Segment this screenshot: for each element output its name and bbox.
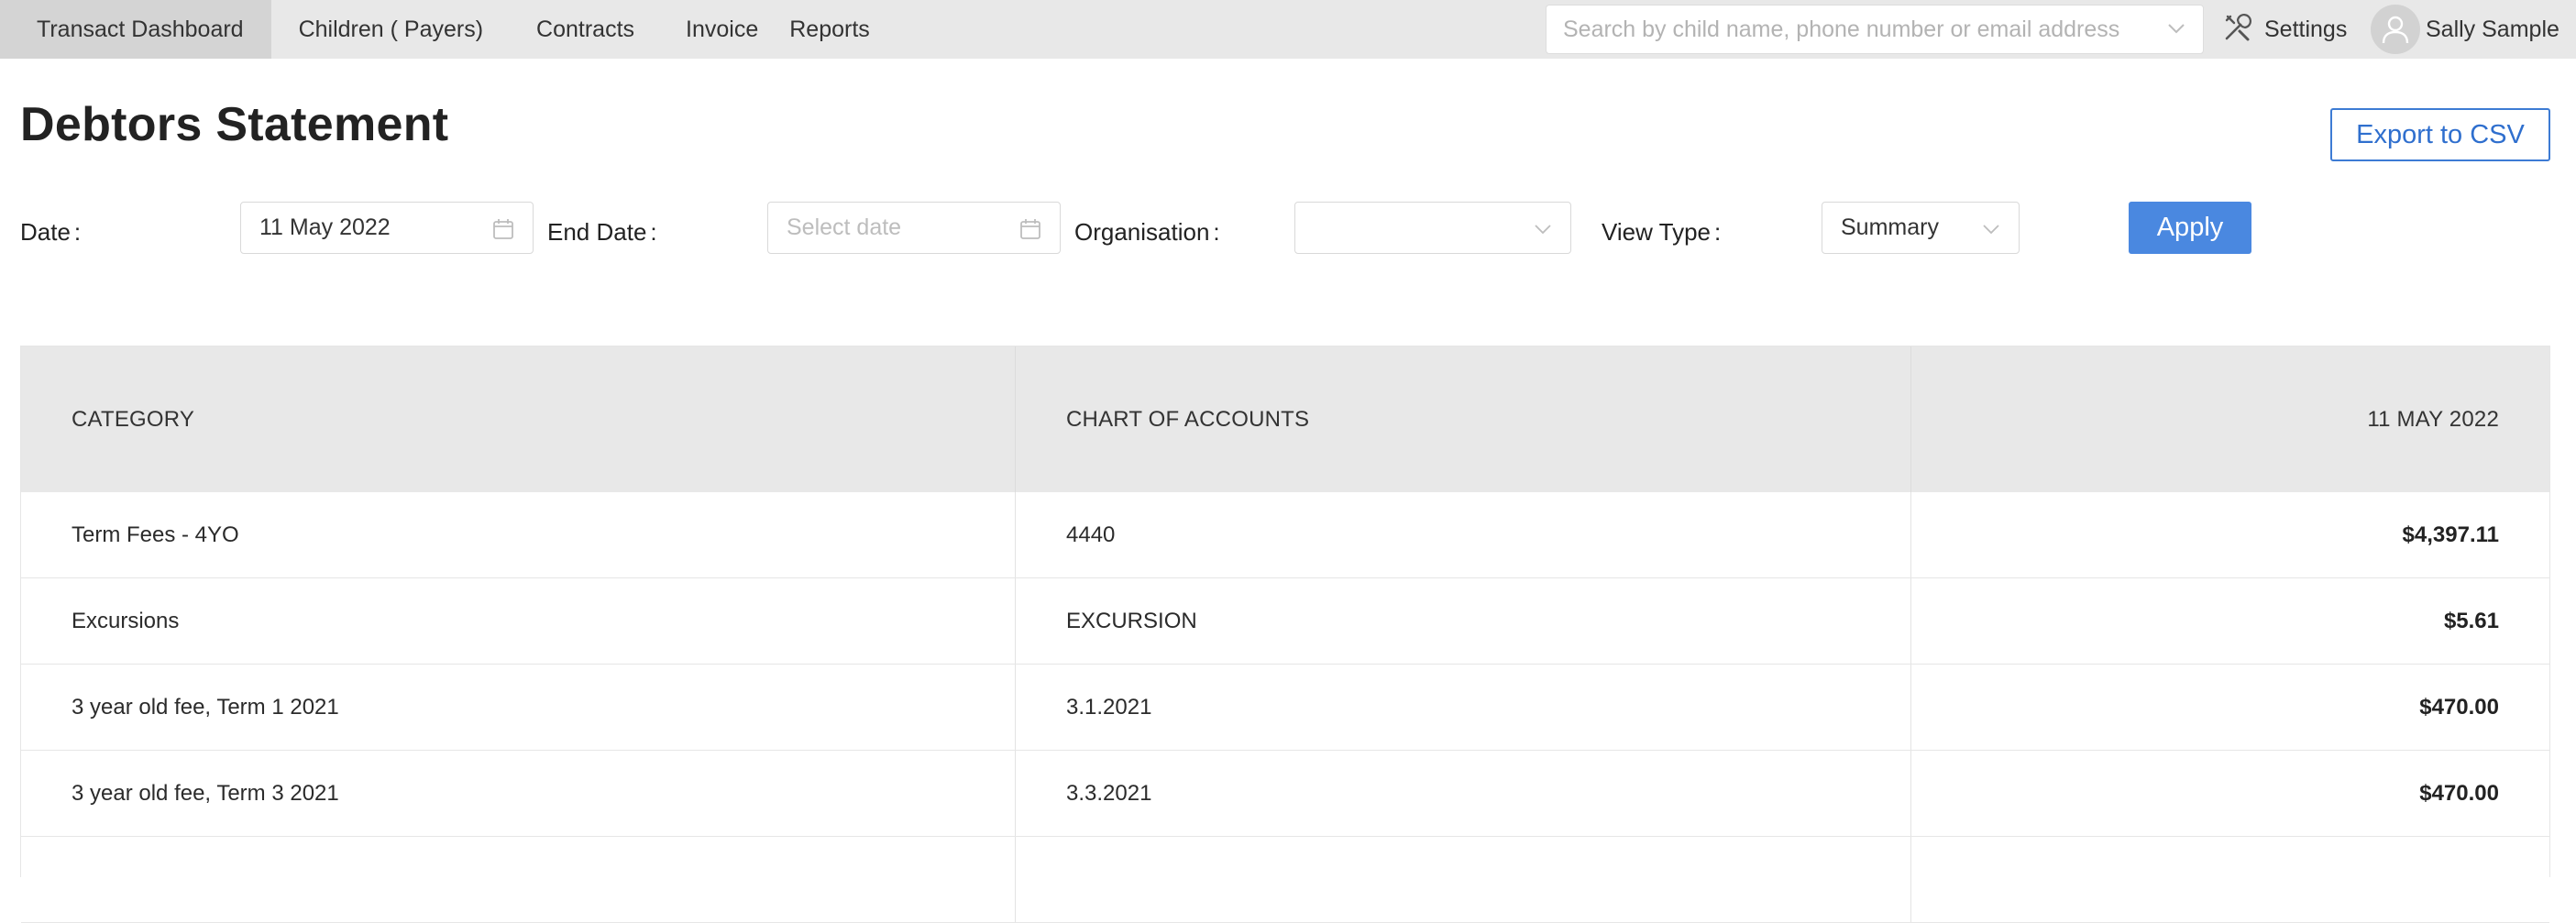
column-header-date[interactable]: 11 MAY 2022 — [1911, 346, 2549, 492]
category-cell — [21, 837, 1016, 922]
category-cell: Excursions — [21, 578, 1016, 664]
nav-tab-children-payers[interactable]: Children ( Payers) — [271, 0, 511, 59]
apply-button[interactable]: Apply — [2129, 202, 2251, 254]
main-nav: Transact Dashboard Children ( Payers) Co… — [0, 0, 890, 59]
organisation-select[interactable] — [1294, 202, 1571, 254]
account-cell: 3.3.2021 — [1016, 751, 1911, 836]
debtors-table: CATEGORY CHART OF ACCOUNTS 11 MAY 2022 T… — [20, 346, 2550, 923]
table-row[interactable]: Excursions EXCURSION $5.61 — [21, 578, 2549, 665]
end-date-label: End Date: — [547, 218, 657, 246]
nav-tab-reports[interactable]: Reports — [778, 0, 890, 59]
view-type-label: View Type: — [1602, 218, 1722, 246]
nav-tab-contracts[interactable]: Contracts — [511, 0, 660, 59]
chevron-down-icon — [1534, 223, 1552, 239]
user-name: Sally Sample — [2426, 16, 2559, 42]
settings-link[interactable]: Settings — [2222, 0, 2347, 59]
amount-cell — [1911, 837, 2549, 922]
account-cell: 3.1.2021 — [1016, 665, 1911, 750]
table-row[interactable] — [21, 837, 2549, 923]
column-header-category[interactable]: CATEGORY — [21, 346, 1016, 492]
date-picker[interactable]: 11 May 2022 — [240, 202, 534, 254]
amount-cell: $470.00 — [2419, 780, 2499, 806]
date-label: Date: — [20, 218, 82, 246]
account-cell: EXCURSION — [1016, 578, 1911, 664]
export-csv-button[interactable]: Export to CSV — [2330, 108, 2550, 161]
page-title: Debtors Statement — [20, 98, 449, 151]
column-header-chart-of-accounts[interactable]: CHART OF ACCOUNTS — [1016, 346, 1911, 492]
view-type-value: Summary — [1841, 214, 1939, 240]
view-type-select[interactable]: Summary — [1822, 202, 2020, 254]
end-date-placeholder: Select date — [787, 214, 902, 240]
date-value: 11 May 2022 — [259, 214, 391, 240]
account-cell — [1016, 837, 1911, 922]
nav-tab-transact-dashboard[interactable]: Transact Dashboard — [0, 0, 271, 59]
end-date-picker[interactable]: Select date — [767, 202, 1061, 254]
nav-tab-invoice[interactable]: Invoice — [660, 0, 778, 59]
calendar-icon — [492, 218, 514, 245]
table-row[interactable]: 3 year old fee, Term 3 2021 3.3.2021 $47… — [21, 751, 2549, 837]
table-header: CATEGORY CHART OF ACCOUNTS 11 MAY 2022 — [21, 346, 2549, 492]
chevron-down-icon[interactable] — [2166, 22, 2186, 39]
top-navbar: Transact Dashboard Children ( Payers) Co… — [0, 0, 2576, 59]
amount-cell: $4,397.11 — [2402, 522, 2499, 547]
search-input[interactable] — [1563, 5, 2150, 53]
account-cell: 4440 — [1016, 492, 1911, 577]
calendar-icon — [1019, 218, 1041, 245]
table-row[interactable]: 3 year old fee, Term 1 2021 3.1.2021 $47… — [21, 665, 2549, 751]
amount-cell: $5.61 — [2443, 608, 2499, 633]
chevron-down-icon — [1982, 223, 2000, 239]
organisation-label: Organisation: — [1074, 218, 1220, 246]
category-cell: 3 year old fee, Term 3 2021 — [21, 751, 1016, 836]
tools-icon — [2222, 12, 2253, 48]
global-search[interactable] — [1546, 5, 2204, 54]
amount-cell: $470.00 — [2419, 694, 2499, 720]
user-menu[interactable]: Sally Sample — [2371, 0, 2559, 59]
table-row[interactable]: Term Fees - 4YO 4440 $4,397.11 — [21, 492, 2549, 578]
category-cell: Term Fees - 4YO — [21, 492, 1016, 577]
settings-label: Settings — [2264, 16, 2348, 42]
category-cell: 3 year old fee, Term 1 2021 — [21, 665, 1016, 750]
user-icon — [2371, 5, 2420, 54]
